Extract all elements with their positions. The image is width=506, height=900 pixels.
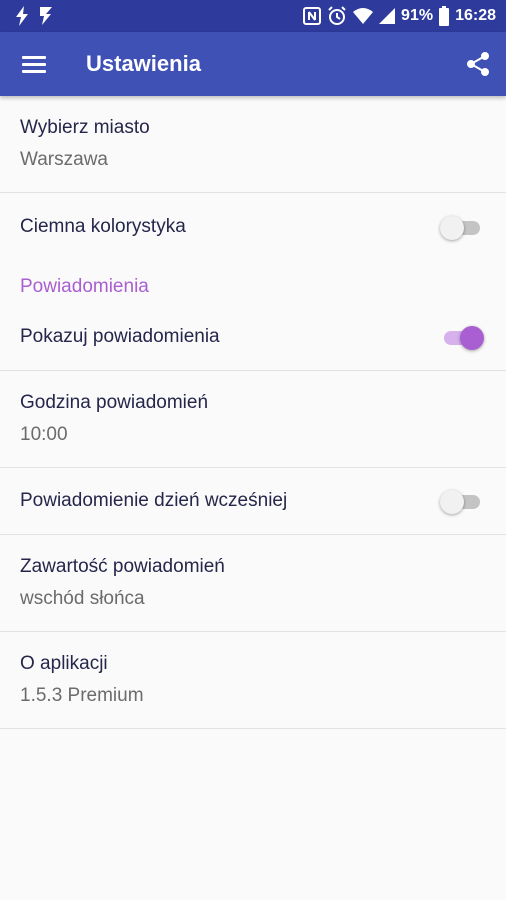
setting-show-notifications[interactable]: Pokazuj powiadomienia xyxy=(0,304,506,371)
signal-icon xyxy=(379,7,396,25)
day-before-switch[interactable] xyxy=(440,488,484,514)
settings-list: Wybierz miasto Warszawa Ciemna kolorysty… xyxy=(0,96,506,729)
switch-thumb xyxy=(460,326,484,350)
switch-thumb xyxy=(440,490,464,514)
switch-thumb xyxy=(440,215,464,240)
setting-notification-time[interactable]: Godzina powiadomień 10:00 xyxy=(0,371,506,468)
setting-notification-time-value: 10:00 xyxy=(20,424,68,445)
share-button[interactable] xyxy=(450,32,506,96)
setting-show-notifications-title: Pokazuj powiadomienia xyxy=(20,326,220,347)
setting-notification-content-title: Zawartość powiadomień xyxy=(20,556,225,577)
setting-notification-time-title: Godzina powiadomień xyxy=(20,392,209,413)
battery-icon xyxy=(439,6,450,26)
category-notifications: Powiadomienia xyxy=(20,276,149,297)
flash-auto-icon xyxy=(38,6,56,26)
setting-dark-theme[interactable]: Ciemna kolorystyka xyxy=(0,193,506,260)
show-notifications-switch[interactable] xyxy=(440,324,484,350)
battery-percent: 91% xyxy=(401,7,434,24)
share-icon xyxy=(467,52,489,76)
setting-city-title: Wybierz miasto xyxy=(20,117,150,138)
wifi-icon xyxy=(353,7,374,25)
menu-button[interactable] xyxy=(0,32,68,96)
status-bar: 91% 16:28 xyxy=(0,0,506,32)
alarm-icon xyxy=(327,6,347,26)
setting-day-before[interactable]: Powiadomienie dzień wcześniej xyxy=(0,468,506,535)
setting-dark-theme-title: Ciemna kolorystyka xyxy=(20,215,186,237)
flash-icon xyxy=(14,6,30,26)
setting-day-before-title: Powiadomienie dzień wcześniej xyxy=(20,490,288,511)
setting-city[interactable]: Wybierz miasto Warszawa xyxy=(0,96,506,193)
dark-theme-switch[interactable] xyxy=(440,214,484,240)
setting-notification-content[interactable]: Zawartość powiadomień wschód słońca xyxy=(0,535,506,632)
setting-notification-content-value: wschód słońca xyxy=(20,588,145,609)
setting-about-version: 1.5.3 Premium xyxy=(20,685,144,706)
status-time: 16:28 xyxy=(455,7,496,24)
app-bar: Ustawienia xyxy=(0,32,506,96)
setting-about-title: O aplikacji xyxy=(20,653,108,674)
setting-city-value: Warszawa xyxy=(20,149,108,170)
page-title: Ustawienia xyxy=(86,51,201,76)
hamburger-menu-icon xyxy=(22,56,46,73)
nfc-icon xyxy=(303,7,322,25)
setting-about[interactable]: O aplikacji 1.5.3 Premium xyxy=(0,632,506,729)
